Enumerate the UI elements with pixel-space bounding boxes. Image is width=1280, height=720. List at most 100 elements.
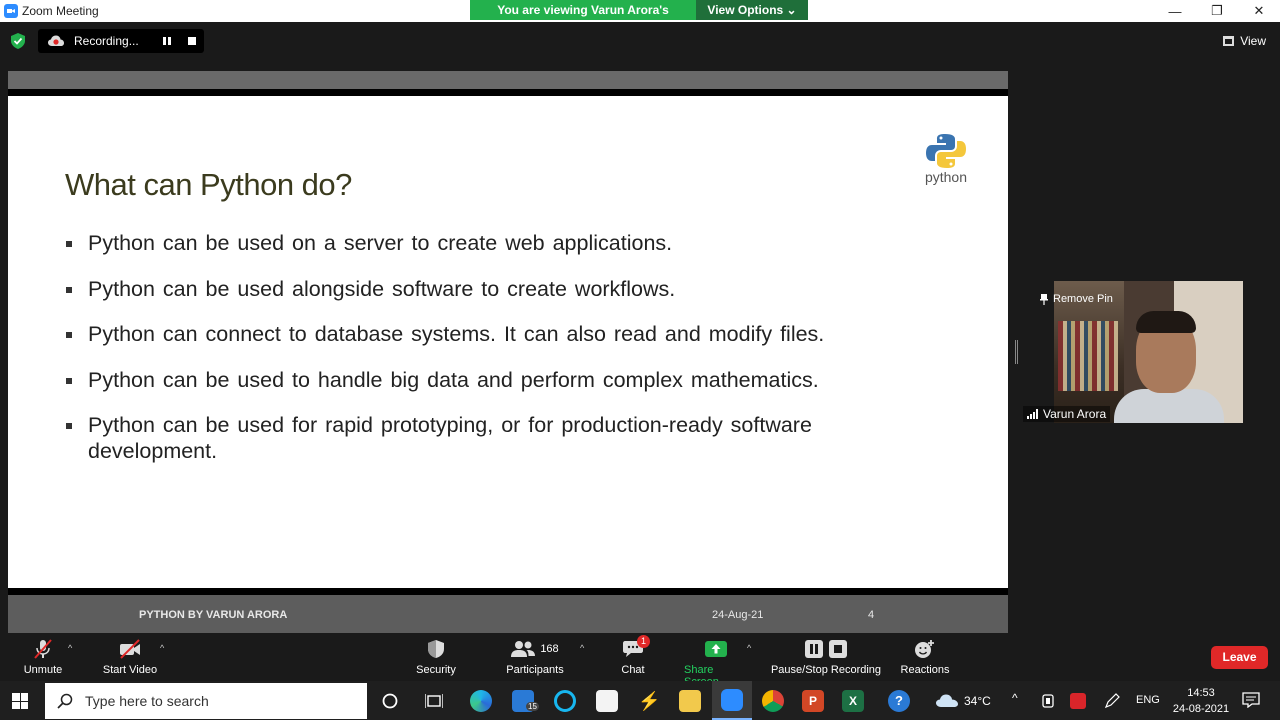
view-options-button[interactable]: View Options ⌄ [696,0,808,20]
bullet-item: Python can connect to database systems. … [66,321,946,347]
python-logo: python [920,131,972,187]
microsoft-store-icon[interactable] [596,690,618,712]
pen-icon[interactable] [1104,693,1120,709]
participants-chevron-icon[interactable]: ^ [580,643,584,653]
pause-recording-icon[interactable] [163,37,171,45]
temperature: 34°C [964,694,991,708]
bullet-text: Python can be used to handle big data an… [88,367,819,392]
panel-resize-handle[interactable] [1015,340,1018,364]
weather-cloud-icon[interactable] [936,694,958,708]
meeting-toolbar: Unmute ^ Start Video ^ Security 168 Part… [0,633,1280,688]
view-button[interactable]: View [1223,34,1266,48]
shared-screen: What can Python do? python Python can be… [8,71,1008,633]
search-placeholder: Type here to search [85,693,209,709]
pause-icon [805,640,823,658]
unmute-button[interactable]: Unmute [22,638,64,676]
slide-top-border [8,89,1008,98]
chat-label: Chat [621,664,645,676]
slide-title: What can Python do? [65,167,352,202]
presentation-slide: What can Python do? python Python can be… [8,98,1008,586]
taskbar-clock[interactable]: 14:53 24-08-2021 [1166,685,1236,717]
cortana-icon[interactable] [382,693,398,709]
taskbar-search-box[interactable]: Type here to search [45,683,367,719]
tray-chevron-icon[interactable]: ^ [1012,691,1018,705]
participants-button[interactable]: 168 Participants [506,638,564,676]
chrome-icon[interactable] [762,690,784,712]
python-logo-text: python [924,169,968,185]
help-icon[interactable]: ? [888,690,910,712]
windows-start-icon[interactable] [12,693,28,709]
window-title: Zoom Meeting [22,4,99,18]
leave-button[interactable]: Leave [1211,646,1268,669]
video-options-chevron-icon[interactable]: ^ [160,643,164,653]
title-bar: Zoom Meeting You are viewing Varun Arora… [0,0,1280,37]
bullet-item: Python can be used to handle big data an… [66,367,946,393]
minimize-button[interactable]: — [1154,0,1196,22]
muted-microphone-icon [34,639,52,659]
participant-name: Varun Arora [1043,407,1107,421]
share-options-chevron-icon[interactable]: ^ [747,643,751,653]
participant-video-tile[interactable]: Remove Pin Varun Arora [1020,281,1243,423]
footer-date: 24-Aug-21 [712,609,764,621]
bullet-text: Python can be used on a server to create… [88,231,673,255]
security-button[interactable]: Security [416,638,456,676]
security-shield-icon[interactable] [11,33,25,49]
task-view-icon[interactable] [425,693,443,709]
pin-icon [1040,293,1048,305]
reactions-button[interactable]: Reactions [901,638,949,676]
python-snake-icon [926,134,966,168]
signal-strength-icon [1027,409,1038,419]
zoom-app-icon [4,4,18,18]
unmute-label: Unmute [23,664,63,676]
antivirus-icon[interactable] [1070,693,1086,709]
clock-date: 24-08-2021 [1172,703,1230,715]
security-label: Security [416,664,456,676]
recording-label: Recording... [74,34,139,48]
shield-icon [428,640,444,658]
close-button[interactable]: ✕ [1238,0,1280,22]
bullet-item: Python can be used for rapid prototyping… [66,412,946,464]
search-icon [57,693,73,709]
bullet-list: Python can be used on a server to create… [66,230,946,484]
language-indicator[interactable]: ENG [1136,694,1160,706]
footer-page-number: 4 [868,609,875,621]
mail-icon[interactable]: 15 [512,690,539,712]
participants-count: 168 [540,643,559,655]
pause-stop-recording-button[interactable]: Pause/Stop Recording [770,638,882,676]
stop-recording-icon[interactable] [188,37,196,45]
reactions-label: Reactions [900,664,950,676]
bullet-text: Python can be used for rapid prototyping… [88,413,812,463]
viewing-message: You are viewing Varun Arora's screen [470,0,696,37]
lightning-app-icon[interactable]: ⚡ [638,690,660,712]
windows-taskbar: Type here to search 15 ⚡ P X ? 34°C ^ EN… [0,681,1280,720]
participants-icon [511,641,536,657]
chat-unread-badge: 1 [637,635,650,648]
restore-button[interactable]: ❐ [1196,0,1238,22]
audio-options-chevron-icon[interactable]: ^ [68,643,72,653]
start-video-label: Start Video [102,664,158,676]
start-video-button[interactable]: Start Video [102,638,158,676]
window-controls: — ❐ ✕ [1154,0,1280,22]
bullet-text: Python can connect to database systems. … [88,322,825,346]
cortana-app-icon[interactable] [554,690,576,712]
remove-pin-label: Remove Pin [1053,293,1113,305]
recording-indicator: Recording... [38,29,204,53]
smiley-plus-icon [915,640,934,658]
excel-icon[interactable]: X [842,690,864,712]
view-layout-icon [1223,36,1235,46]
footer-author: PYTHON BY VARUN ARORA [139,609,288,621]
participants-label: Participants [506,664,564,676]
notifications-icon[interactable] [1242,692,1260,708]
file-explorer-icon[interactable] [679,690,701,712]
chat-button[interactable]: 1 Chat [618,635,650,676]
cloud-record-icon [48,35,64,46]
view-button-label: View [1240,34,1266,48]
powerpoint-icon[interactable]: P [802,690,824,712]
pause-stop-label: Pause/Stop Recording [770,664,882,676]
device-icon[interactable] [1042,694,1054,708]
participant-name-tag: Varun Arora [1023,406,1111,422]
edge-browser-icon[interactable] [470,690,492,712]
remove-pin-button[interactable]: Remove Pin [1040,293,1113,305]
slide-footer: PYTHON BY VARUN ARORA 24-Aug-21 4 [8,595,1008,633]
zoom-taskbar-button[interactable] [712,681,752,720]
